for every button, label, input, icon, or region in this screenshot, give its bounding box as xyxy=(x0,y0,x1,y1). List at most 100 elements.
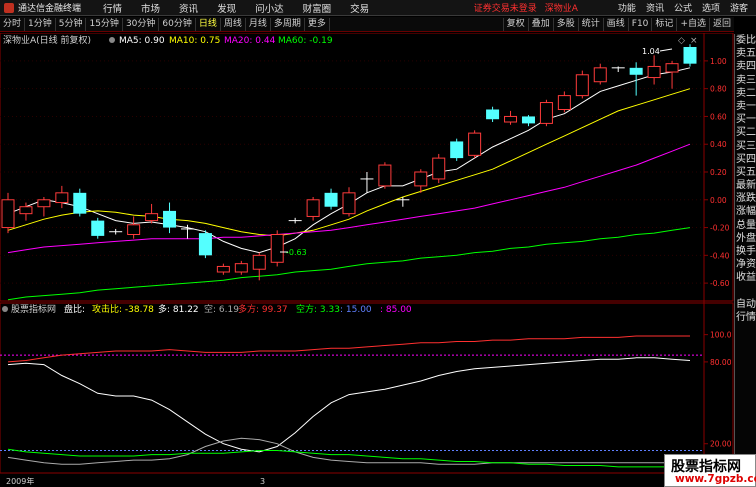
menu-info[interactable]: 资讯 xyxy=(646,1,664,14)
period-tab[interactable]: 60分钟 xyxy=(159,17,196,31)
side-tab[interactable]: 涨幅 xyxy=(735,205,756,218)
indicator-legend-high-line: : 85.00 xyxy=(380,305,412,315)
f10-button[interactable]: F10 xyxy=(627,17,652,31)
menu-trade[interactable]: 交易 xyxy=(350,1,369,15)
candle[interactable] xyxy=(127,216,141,239)
candle[interactable] xyxy=(593,63,607,85)
menu-ask[interactable]: 问小达 xyxy=(255,1,284,15)
candle[interactable] xyxy=(683,44,697,67)
y-tick-label: 0.80 xyxy=(710,85,727,94)
top-menu-bar: 通达信金融终端 行情 市场 资讯 发现 问小达 财富圈 交易 证券交易未登录 深… xyxy=(0,0,756,16)
candle-body xyxy=(432,157,446,180)
chart-close-icon[interactable]: × xyxy=(690,36,698,46)
candle[interactable] xyxy=(270,230,284,267)
candle[interactable] xyxy=(55,185,69,209)
candle[interactable] xyxy=(360,172,374,193)
candle[interactable] xyxy=(521,115,535,127)
period-tab[interactable]: 15分钟 xyxy=(86,17,123,31)
period-tab[interactable]: 多周期 xyxy=(271,17,305,31)
candle[interactable] xyxy=(198,230,212,259)
candle[interactable] xyxy=(342,187,356,217)
statistics-button[interactable]: 统计 xyxy=(577,17,603,31)
quote-side-panel: 委比 卖五 卖四 卖三 卖二 卖一 买一 买二 买三 买四 买五 最新 涨跌 涨… xyxy=(734,34,756,487)
menu-function[interactable]: 功能 xyxy=(618,1,636,14)
draw-line-button[interactable]: 画线 xyxy=(602,17,628,31)
period-tab[interactable]: 5分钟 xyxy=(56,17,87,31)
side-tab[interactable]: 卖一 xyxy=(735,100,756,113)
candle[interactable] xyxy=(163,202,177,234)
candle[interactable] xyxy=(306,197,320,221)
side-tab[interactable]: 买四 xyxy=(735,153,756,166)
side-tab[interactable]: 买三 xyxy=(735,140,756,153)
add-watchlist-button[interactable]: +自选 xyxy=(676,17,709,31)
app-logo-icon xyxy=(4,2,14,13)
menu-options[interactable]: 选项 xyxy=(702,1,720,14)
side-tab[interactable]: 外盘 xyxy=(735,232,756,245)
candle[interactable] xyxy=(432,153,446,184)
back-button[interactable]: 返回 xyxy=(708,17,734,31)
menu-wealth-circle[interactable]: 财富圈 xyxy=(303,1,332,15)
candle[interactable] xyxy=(486,106,500,122)
side-tab[interactable]: 换手 xyxy=(735,245,756,258)
side-tab[interactable]: 涨跌 xyxy=(735,192,756,205)
menu-market[interactable]: 市场 xyxy=(141,1,160,15)
period-tab[interactable]: 周线 xyxy=(221,17,246,31)
side-tab[interactable]: 买一 xyxy=(735,113,756,126)
candle[interactable] xyxy=(504,110,518,125)
candle[interactable] xyxy=(288,217,302,224)
side-tab[interactable]: 卖四 xyxy=(735,60,756,73)
side-tab[interactable]: 买二 xyxy=(735,126,756,139)
candle[interactable] xyxy=(91,217,105,239)
side-tab[interactable]: 总量 xyxy=(735,219,756,232)
mark-button[interactable]: 标记 xyxy=(651,17,676,31)
candle[interactable] xyxy=(73,188,87,217)
candle[interactable] xyxy=(324,188,338,210)
candle[interactable] xyxy=(665,60,679,89)
side-tab-quotes[interactable]: 行情 xyxy=(735,311,756,324)
side-tab[interactable]: 卖五 xyxy=(735,47,756,60)
menu-discover[interactable]: 发现 xyxy=(217,1,236,15)
candle[interactable] xyxy=(414,169,428,193)
login-status[interactable]: 证券交易未登录 xyxy=(474,1,537,14)
candle[interactable] xyxy=(37,197,51,217)
candle[interactable] xyxy=(575,70,589,99)
candle[interactable] xyxy=(539,99,553,127)
candle[interactable] xyxy=(378,162,392,189)
menu-formula[interactable]: 公式 xyxy=(674,1,692,14)
candle[interactable] xyxy=(647,55,661,85)
multi-stock-button[interactable]: 多股 xyxy=(552,17,578,31)
side-tab[interactable]: 最新 xyxy=(735,179,756,192)
chart-settings-icon[interactable]: ◇ xyxy=(678,36,685,46)
kline-chart[interactable]: 1.000.800.600.400.200.00-0.20-0.40-0.60 … xyxy=(0,33,734,487)
menu-market-quotes[interactable]: 行情 xyxy=(103,1,122,15)
side-tab[interactable]: 买五 xyxy=(735,166,756,179)
side-tab-auto[interactable]: 自动 xyxy=(735,298,756,311)
candle[interactable] xyxy=(234,260,248,275)
side-tab[interactable]: 卖三 xyxy=(735,74,756,87)
side-tab[interactable]: 卖二 xyxy=(735,87,756,100)
side-tab[interactable]: 净资 xyxy=(735,258,756,271)
side-tab[interactable]: 委比 xyxy=(735,34,756,47)
period-tab[interactable]: 1分钟 xyxy=(25,17,56,31)
candle[interactable] xyxy=(216,263,230,275)
candle[interactable] xyxy=(145,203,159,224)
candle[interactable] xyxy=(1,192,15,234)
candle[interactable] xyxy=(611,66,625,72)
candle[interactable] xyxy=(557,91,571,113)
overlay-button[interactable]: 叠加 xyxy=(527,17,553,31)
guest-label[interactable]: 游客 xyxy=(730,1,748,14)
indicator-gridlines xyxy=(0,354,704,452)
candle[interactable] xyxy=(450,138,464,161)
period-tab-active[interactable]: 日线 xyxy=(196,17,221,31)
period-tab[interactable]: 分时 xyxy=(0,17,26,31)
period-tab-more[interactable]: 更多 xyxy=(305,17,330,31)
period-tab[interactable]: 月线 xyxy=(246,17,271,31)
candle[interactable] xyxy=(109,228,123,235)
period-tab[interactable]: 30分钟 xyxy=(123,17,160,31)
side-tab[interactable]: 收益 xyxy=(735,271,756,284)
adjust-price-button[interactable]: 复权 xyxy=(502,17,528,31)
candle-body xyxy=(665,63,679,73)
candle[interactable] xyxy=(468,130,482,159)
candlesticks[interactable] xyxy=(1,44,697,281)
menu-news[interactable]: 资讯 xyxy=(179,1,198,15)
